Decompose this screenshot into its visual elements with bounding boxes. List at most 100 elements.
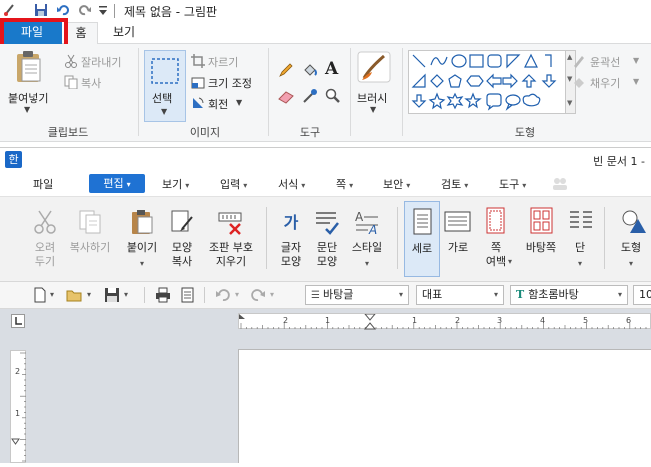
copy-doc-icon <box>79 210 101 234</box>
open-folder-icon[interactable] <box>66 288 84 302</box>
cut-icon[interactable] <box>64 54 78 68</box>
ruler-tick-label: 3 <box>497 316 503 325</box>
font-size-combo[interactable]: 10 <box>633 285 651 305</box>
redo-dropdown-icon[interactable]: ▾ <box>270 290 274 299</box>
shape-label: 도형 <box>620 241 642 254</box>
paint-window-title: 제목 없음 - 그림판 <box>124 5 218 19</box>
chevron-down-icon: ▾ <box>398 290 403 299</box>
redo-icon[interactable] <box>78 3 92 17</box>
fill-dropdown-icon[interactable]: ▼ <box>633 77 639 86</box>
print-icon[interactable] <box>155 287 171 303</box>
resize-label[interactable]: 크기 조정 <box>208 75 252 91</box>
paste-icon[interactable] <box>14 50 44 84</box>
undo-icon[interactable] <box>56 3 70 17</box>
menu-tools[interactable]: 도구 ▾ <box>499 176 526 192</box>
gallery-more-icon[interactable]: ▼ <box>567 99 572 107</box>
save-icon[interactable] <box>34 3 48 17</box>
shapes-gallery[interactable] <box>408 50 566 114</box>
redo-icon[interactable] <box>250 288 266 302</box>
format-copy-button[interactable]: 모양 복사 <box>164 201 200 277</box>
master-page-button[interactable]: 바탕쪽 <box>520 201 562 277</box>
vertical-orientation-button[interactable]: 세로 <box>404 201 440 277</box>
char-shape-button[interactable]: 가 글자 모양 <box>274 201 308 277</box>
hwp-document-title: 빈 문서 1 - <box>593 155 645 168</box>
tab-type-selector[interactable] <box>11 314 25 328</box>
copy-label: 복사하기 <box>69 241 111 254</box>
shape-button[interactable]: 도형 ▾ <box>612 201 650 277</box>
rotate-label[interactable]: 회전 <box>208 96 228 112</box>
columns-icon <box>570 211 592 228</box>
crop-label[interactable]: 자르기 <box>208 54 238 70</box>
copy-icon[interactable] <box>64 75 78 89</box>
crop-icon[interactable] <box>191 54 205 68</box>
menu-view[interactable]: 보기 ▾ <box>162 176 189 192</box>
paint-ribbon: 붙여넣기 ▼ 잘라내기 복사 클립보드 선택 ▼ 자르기 크기 조정 회전 ▼ … <box>0 44 651 142</box>
style-list-icon: ☰ <box>311 290 320 301</box>
pencil-icon[interactable] <box>278 62 294 78</box>
text-tool-icon[interactable]: A <box>325 59 338 79</box>
cut-label[interactable]: 잘라내기 <box>81 54 121 70</box>
resize-icon[interactable] <box>191 75 205 89</box>
paste-dropdown-icon[interactable]: ▼ <box>24 105 30 114</box>
columns-button[interactable]: 단 ▾ <box>564 201 596 277</box>
page-margin-button[interactable]: 쪽 여백 ▾ <box>476 201 516 277</box>
copy-label[interactable]: 복사 <box>81 75 101 91</box>
paint-app-icon[interactable] <box>2 3 16 17</box>
fill-label[interactable]: 채우기 <box>590 75 620 91</box>
magnifier-icon[interactable] <box>325 88 341 104</box>
vertical-ruler[interactable]: 2 1 <box>10 350 26 463</box>
rotate-icon[interactable] <box>191 96 205 110</box>
style-combo[interactable]: ☰ 바탕글 ▾ <box>305 285 409 305</box>
undo-dropdown-icon[interactable]: ▾ <box>235 290 239 299</box>
columns-label: 단 <box>574 241 586 254</box>
fill-icon[interactable] <box>572 75 586 89</box>
para-shape-button[interactable]: 문단 모양 <box>310 201 344 277</box>
cut-button[interactable]: 오려 두기 <box>27 201 63 277</box>
menu-edit[interactable]: 편집 ▾ <box>89 174 145 193</box>
image-group-label: 이미지 <box>189 126 221 139</box>
outline-label[interactable]: 윤곽선 <box>590 54 620 70</box>
color-picker-icon[interactable] <box>302 88 318 104</box>
select-button[interactable]: 선택 ▼ <box>144 50 186 122</box>
horizontal-orientation-button[interactable]: 가로 <box>442 201 474 277</box>
undo-icon[interactable] <box>215 288 231 302</box>
paste-label[interactable]: 붙여넣기 <box>8 90 48 106</box>
menu-page[interactable]: 쪽 ▾ <box>336 176 353 192</box>
ribbon-separator <box>268 48 269 136</box>
brushes-label[interactable]: 브러시 <box>357 90 387 106</box>
cut-label-line1: 오려 <box>34 241 56 254</box>
document-page[interactable] <box>238 349 651 463</box>
menu-review[interactable]: 검토 ▾ <box>441 176 468 192</box>
erase-marks-button[interactable]: 조판 부호 지우기 <box>202 201 260 277</box>
outline-dropdown-icon[interactable]: ▼ <box>633 56 639 65</box>
style-button[interactable]: AA 스타일 ▾ <box>346 201 388 277</box>
brushes-dropdown-icon[interactable]: ▼ <box>370 105 376 114</box>
new-document-icon[interactable] <box>33 287 47 303</box>
user-group-icon[interactable] <box>552 177 568 190</box>
menu-file[interactable]: 파일 <box>33 176 53 192</box>
rotate-dropdown-icon[interactable]: ▼ <box>236 98 242 107</box>
copy-button[interactable]: 복사하기 <box>64 201 116 277</box>
save-disk-icon[interactable] <box>104 287 120 303</box>
outline-icon[interactable] <box>572 54 586 68</box>
horizontal-ruler[interactable]: 2 1 1 2 3 4 5 6 <box>238 313 651 330</box>
tab-home[interactable]: 홈 <box>64 22 98 45</box>
save-dropdown-icon[interactable]: ▾ <box>124 290 128 299</box>
print-preview-icon[interactable] <box>180 287 196 303</box>
eraser-icon[interactable] <box>278 90 294 104</box>
open-dropdown-icon[interactable]: ▾ <box>87 290 91 299</box>
chevron-down-icon: ▾ <box>406 181 411 190</box>
paste-button[interactable]: 붙이기 ▾ <box>120 201 164 277</box>
menu-format[interactable]: 서식 ▾ <box>278 176 305 192</box>
menu-security[interactable]: 보안 ▾ <box>383 176 410 192</box>
erase-marks-icon <box>218 212 242 235</box>
chevron-down-icon: ▾ <box>301 181 306 190</box>
new-document-dropdown-icon[interactable]: ▾ <box>50 290 54 299</box>
fill-bucket-icon[interactable] <box>302 62 318 78</box>
font-combo[interactable]: T 함초롬바탕 ▾ <box>510 285 628 305</box>
language-combo[interactable]: 대표 ▾ <box>416 285 504 305</box>
quick-access-dropdown-icon[interactable] <box>98 5 108 17</box>
brush-icon[interactable] <box>356 50 392 84</box>
menu-insert[interactable]: 입력 ▾ <box>220 176 247 192</box>
tab-view[interactable]: 보기 <box>104 22 144 44</box>
